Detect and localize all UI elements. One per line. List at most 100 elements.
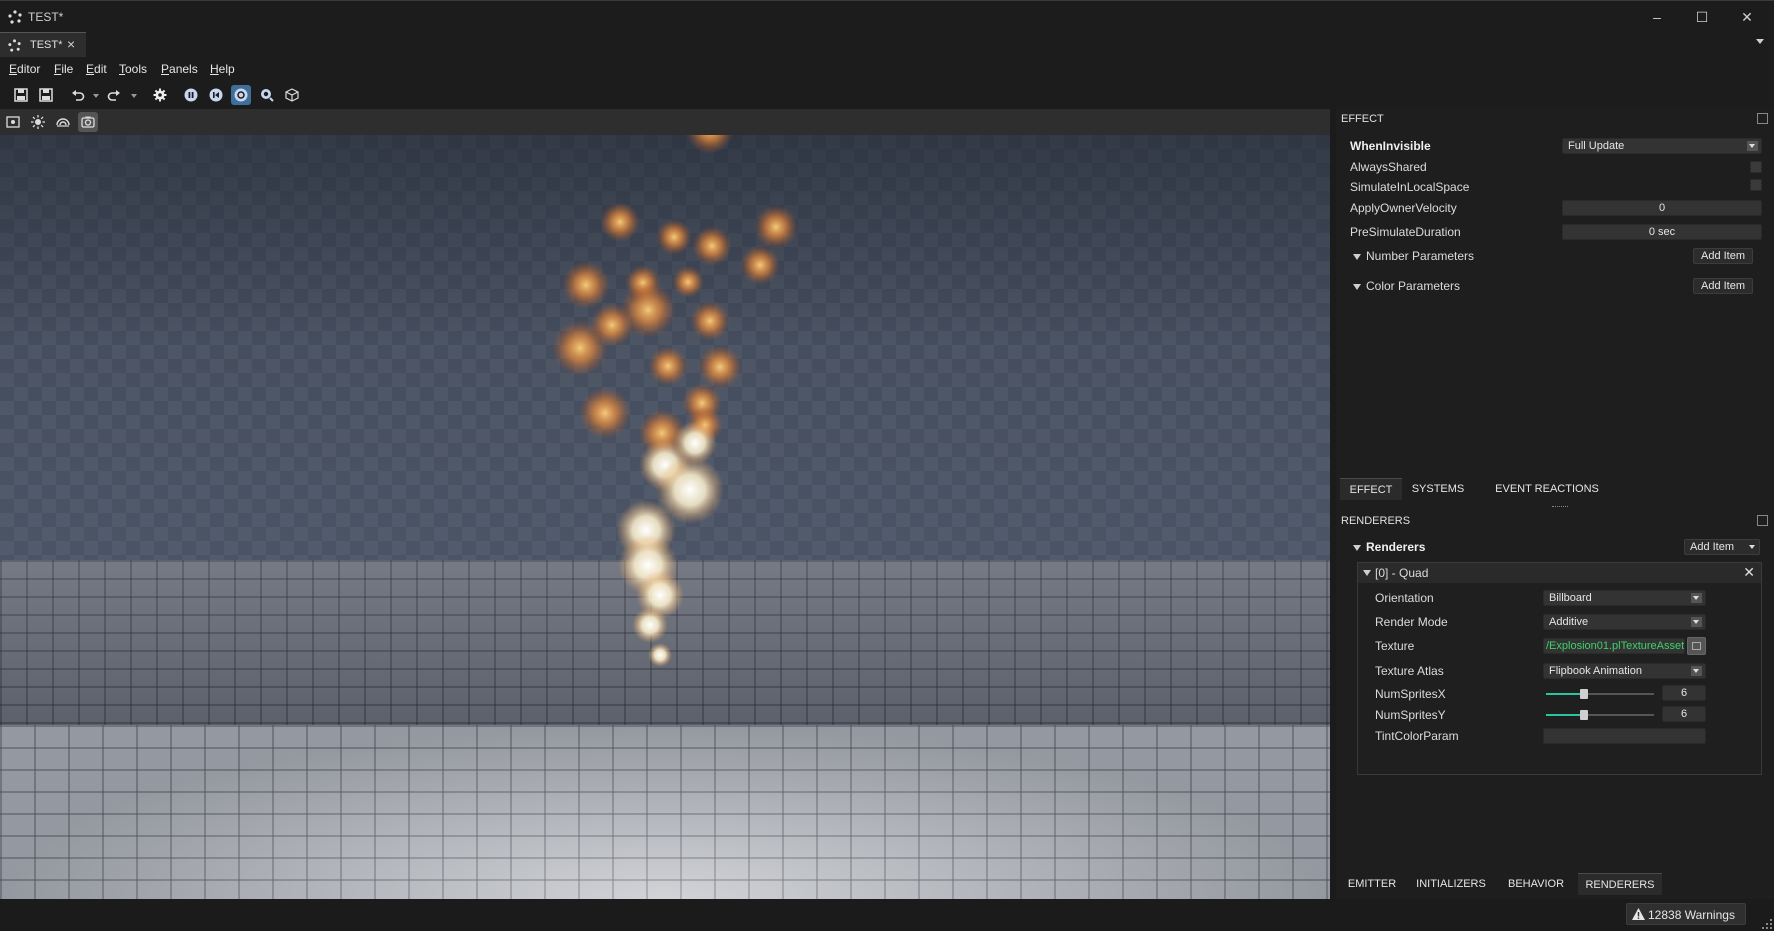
- menu-file[interactable]: File: [54, 62, 73, 76]
- panel-float-icon[interactable]: [1757, 113, 1768, 124]
- expand-arrow-icon[interactable]: [1353, 545, 1361, 551]
- camera-icon: [81, 116, 95, 128]
- simulate-local-checkbox[interactable]: [1750, 179, 1762, 191]
- document-tab[interactable]: TEST* ×: [0, 32, 86, 57]
- effect-panel-title: EFFECT: [1341, 113, 1384, 125]
- slider-thumb[interactable]: [1579, 689, 1588, 699]
- viewport-toolbar: [0, 109, 1330, 135]
- restart-button[interactable]: [206, 85, 226, 105]
- presimulate-duration-input[interactable]: 0 sec: [1562, 224, 1762, 240]
- renderers-group-row: Renderers Add Item: [1336, 536, 1774, 558]
- expand-arrow-icon[interactable]: [1363, 570, 1371, 576]
- color-parameters-row: Color Parameters Add Item: [1336, 275, 1774, 297]
- particle-effect-preview: [552, 135, 798, 667]
- tab-event-reactions[interactable]: EVENT REACTIONS: [1474, 478, 1620, 500]
- num-sprites-y-label: NumSpritesY: [1375, 708, 1446, 722]
- presimulate-duration-label: PreSimulateDuration: [1350, 225, 1461, 239]
- expand-arrow-icon[interactable]: [1353, 284, 1361, 290]
- num-sprites-x-slider[interactable]: [1546, 689, 1654, 699]
- save-button[interactable]: [11, 85, 31, 105]
- texture-atlas-dropdown[interactable]: Flipbook Animation: [1543, 663, 1706, 679]
- tab-renderers[interactable]: RENDERERS: [1578, 873, 1662, 895]
- add-renderer-button[interactable]: Add Item: [1684, 539, 1760, 555]
- menu-panels[interactable]: Panels: [161, 62, 198, 76]
- num-sprites-y-slider[interactable]: [1546, 710, 1654, 720]
- effect-tabs: EFFECT SYSTEMS EVENT REACTIONS: [1336, 478, 1774, 502]
- menu-tools[interactable]: Tools: [119, 62, 147, 76]
- minimize-button[interactable]: –: [1647, 8, 1667, 26]
- num-sprites-x-input[interactable]: 6: [1662, 685, 1706, 701]
- undo-button[interactable]: [68, 85, 88, 105]
- texture-row: Texture /Explosion01.plTextureAsset: [1358, 635, 1761, 657]
- number-parameters-row: Number Parameters Add Item: [1336, 245, 1774, 267]
- tab-effect[interactable]: EFFECT: [1340, 478, 1402, 500]
- texture-browse-button[interactable]: [1687, 637, 1706, 655]
- document-tab-label: TEST*: [30, 39, 63, 51]
- screenshot-button[interactable]: [78, 112, 98, 132]
- always-shared-label: AlwaysShared: [1350, 160, 1427, 174]
- tab-initializers[interactable]: INITIALIZERS: [1408, 873, 1494, 895]
- pause-icon: [184, 88, 198, 102]
- menu-editor[interactable]: Editor: [9, 62, 40, 76]
- redo-button[interactable]: [104, 85, 124, 105]
- tint-color-param-label: TintColorParam: [1375, 729, 1459, 743]
- save-all-button[interactable]: [36, 85, 56, 105]
- when-invisible-dropdown[interactable]: Full Update: [1562, 138, 1762, 154]
- texture-label: Texture: [1375, 639, 1415, 653]
- num-sprites-y-input[interactable]: 6: [1662, 706, 1706, 722]
- texture-asset-field[interactable]: /Explosion01.plTextureAsset: [1543, 638, 1685, 654]
- lighting-button[interactable]: [28, 112, 48, 132]
- close-window-button[interactable]: ✕: [1737, 8, 1757, 26]
- tab-emitter[interactable]: EMITTER: [1340, 873, 1404, 895]
- panel-float-icon[interactable]: [1757, 515, 1768, 526]
- apply-owner-velocity-label: ApplyOwnerVelocity: [1350, 201, 1457, 215]
- orientation-row: Orientation Billboard: [1358, 587, 1761, 609]
- expand-arrow-icon[interactable]: [1353, 254, 1361, 260]
- tab-systems[interactable]: SYSTEMS: [1406, 478, 1470, 500]
- environment-button[interactable]: [53, 112, 73, 132]
- main-toolbar: [0, 81, 1774, 109]
- apply-owner-velocity-input[interactable]: 0: [1562, 200, 1762, 216]
- warnings-count: 12838 Warnings: [1648, 908, 1735, 922]
- orientation-dropdown[interactable]: Billboard: [1543, 590, 1706, 606]
- redo-history-caret-icon[interactable]: [131, 94, 137, 98]
- maximize-button[interactable]: ☐: [1692, 8, 1712, 26]
- render-mode-label: Render Mode: [1375, 615, 1448, 629]
- chevron-down-icon: [1691, 666, 1702, 676]
- settings-button[interactable]: [150, 85, 170, 105]
- remove-renderer-icon[interactable]: ✕: [1743, 564, 1755, 581]
- pause-button[interactable]: [181, 85, 201, 105]
- redo-icon: [107, 90, 120, 101]
- num-sprites-x-row: NumSpritesX 6: [1358, 683, 1761, 705]
- renderer-item-title: [0] - Quad: [1375, 566, 1429, 580]
- always-shared-row: AlwaysShared: [1336, 156, 1774, 178]
- menu-help[interactable]: Help: [210, 62, 235, 76]
- presimulate-duration-row: PreSimulateDuration 0 sec: [1336, 221, 1774, 243]
- render-mode-dropdown[interactable]: Additive: [1543, 614, 1706, 630]
- tint-color-param-input[interactable]: [1543, 728, 1706, 744]
- simulation-speed-button[interactable]: [257, 85, 277, 105]
- slider-thumb[interactable]: [1579, 710, 1588, 720]
- render-mode-button[interactable]: [3, 112, 23, 132]
- close-tab-icon[interactable]: ×: [67, 36, 75, 52]
- renderer-item-header: [0] - Quad ✕: [1358, 563, 1761, 583]
- tab-behavior[interactable]: BEHAVIOR: [1498, 873, 1574, 895]
- resize-grip-icon[interactable]: [1762, 919, 1772, 929]
- 3d-viewport[interactable]: [0, 135, 1330, 899]
- loop-button[interactable]: [231, 85, 251, 105]
- texture-atlas-row: Texture Atlas Flipbook Animation: [1358, 660, 1761, 682]
- panel-splitter[interactable]: [1336, 504, 1774, 510]
- asset-browser-button[interactable]: [282, 85, 302, 105]
- tab-list-dropdown-icon[interactable]: [1756, 39, 1764, 44]
- warnings-button[interactable]: 12838 Warnings: [1626, 903, 1746, 925]
- number-parameters-label: Number Parameters: [1366, 249, 1475, 263]
- menu-edit[interactable]: Edit: [86, 62, 107, 76]
- color-parameters-label: Color Parameters: [1366, 279, 1461, 293]
- add-number-parameter-button[interactable]: Add Item: [1693, 248, 1753, 264]
- add-color-parameter-button[interactable]: Add Item: [1693, 278, 1753, 294]
- always-shared-checkbox[interactable]: [1750, 161, 1762, 173]
- menu-bar: Editor File Edit Tools Panels Help: [0, 57, 1774, 81]
- browse-asset-icon: [1692, 642, 1701, 650]
- search-icon: [261, 89, 274, 102]
- undo-history-caret-icon[interactable]: [93, 94, 99, 98]
